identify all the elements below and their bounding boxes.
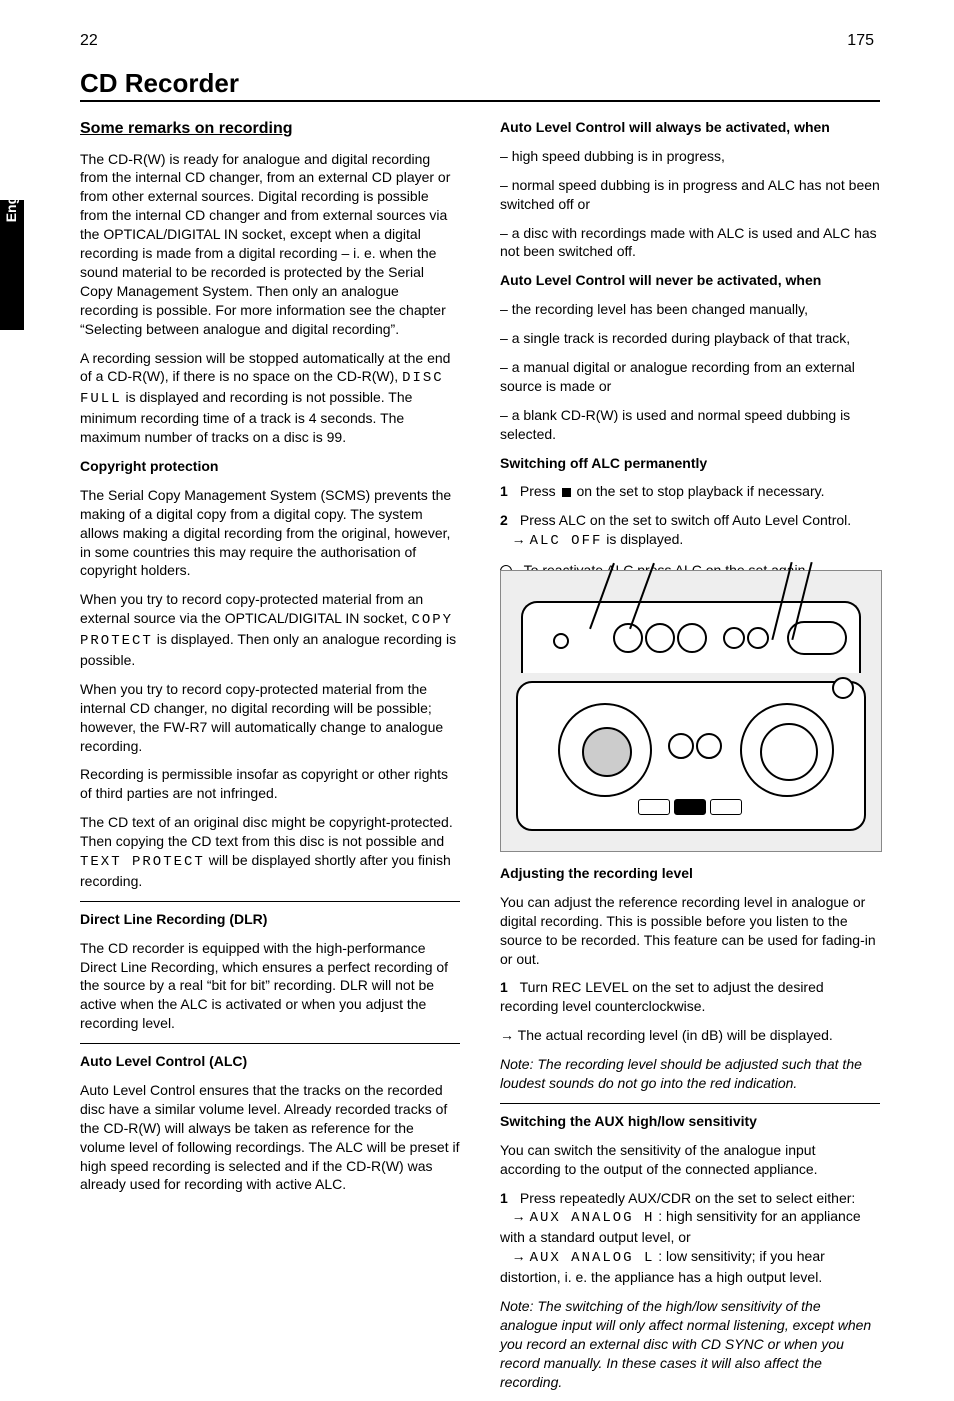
step-alc-off-1: 1 Press on the set to stop playback if n… bbox=[500, 482, 880, 501]
remarks-p1: The CD-R(W) is ready for analogue and di… bbox=[80, 150, 460, 339]
alc-li6: – a manual digital or analogue recording… bbox=[500, 358, 880, 396]
copy-p4: Recording is permissible insofar as copy… bbox=[80, 765, 460, 803]
heading-hilo: Switching the AUX high/low sensitivity bbox=[500, 1112, 880, 1131]
copy-p5: The CD text of an original disc might be… bbox=[80, 813, 460, 891]
heading-alc: Auto Level Control (ALC) bbox=[80, 1052, 460, 1071]
copy-p3: When you try to record copy-protected ma… bbox=[80, 680, 460, 756]
step-hilo-1: 1 Press repeatedly AUX/CDR on the set to… bbox=[500, 1189, 880, 1287]
alc-p1: Auto Level Control ensures that the trac… bbox=[80, 1081, 460, 1194]
alc-active-intro: Auto Level Control will always be activa… bbox=[500, 118, 880, 137]
language-tab-label: English bbox=[3, 152, 19, 242]
reclevel-p: You can adjust the reference recording l… bbox=[500, 893, 880, 969]
reclevel-note-a: → The actual recording level (in dB) wil… bbox=[500, 1026, 880, 1045]
alc-li4: – the recording level has been changed m… bbox=[500, 300, 880, 319]
alc-li5: – a single track is recorded during play… bbox=[500, 329, 880, 348]
device-front-illustration bbox=[500, 570, 882, 852]
chapter-title: CD Recorder bbox=[80, 68, 239, 99]
reclevel-note-b: Note: The recording level should be adju… bbox=[500, 1055, 880, 1093]
heading-copyright: Copyright protection bbox=[80, 457, 460, 476]
hilo-note: Note: The switching of the high/low sens… bbox=[500, 1297, 880, 1391]
lcd-alc-off: ALC OFF bbox=[530, 533, 603, 549]
dlr-p: The CD recorder is equipped with the hig… bbox=[80, 939, 460, 1033]
heading-alc-off: Switching off ALC permanently bbox=[500, 454, 880, 473]
copy-p2: When you try to record copy-protected ma… bbox=[80, 590, 460, 670]
alc-never-intro: Auto Level Control will never be activat… bbox=[500, 271, 880, 290]
alc-li7: – a blank CD-R(W) is used and normal spe… bbox=[500, 406, 880, 444]
heading-remarks: Some remarks on recording bbox=[80, 118, 460, 140]
heading-rec-level: Adjusting the recording level bbox=[500, 864, 880, 883]
stop-icon bbox=[562, 488, 571, 497]
lcd-aux-analog-l: AUX ANALOG L bbox=[530, 1250, 655, 1266]
lcd-aux-analog-h: AUX ANALOG H bbox=[530, 1210, 655, 1226]
step-reclevel-1: 1 Turn REC LEVEL on the set to adjust th… bbox=[500, 978, 880, 1016]
alc-li3: – a disc with recordings made with ALC i… bbox=[500, 224, 880, 262]
page-number-right: 175 bbox=[847, 32, 874, 50]
alc-li1: – high speed dubbing is in progress, bbox=[500, 147, 880, 166]
page-number-left: 22 bbox=[80, 32, 98, 50]
step-alc-off-2: 2 Press ALC on the set to switch off Aut… bbox=[500, 511, 880, 551]
heading-dlr: Direct Line Recording (DLR) bbox=[80, 910, 460, 929]
remarks-p2: A recording session will be stopped auto… bbox=[80, 349, 460, 447]
copy-p1: The Serial Copy Management System (SCMS)… bbox=[80, 486, 460, 580]
hilo-p: You can switch the sensitivity of the an… bbox=[500, 1141, 880, 1179]
alc-li2: – normal speed dubbing is in progress an… bbox=[500, 176, 880, 214]
lcd-text-protect: TEXT PROTECT bbox=[80, 854, 205, 870]
